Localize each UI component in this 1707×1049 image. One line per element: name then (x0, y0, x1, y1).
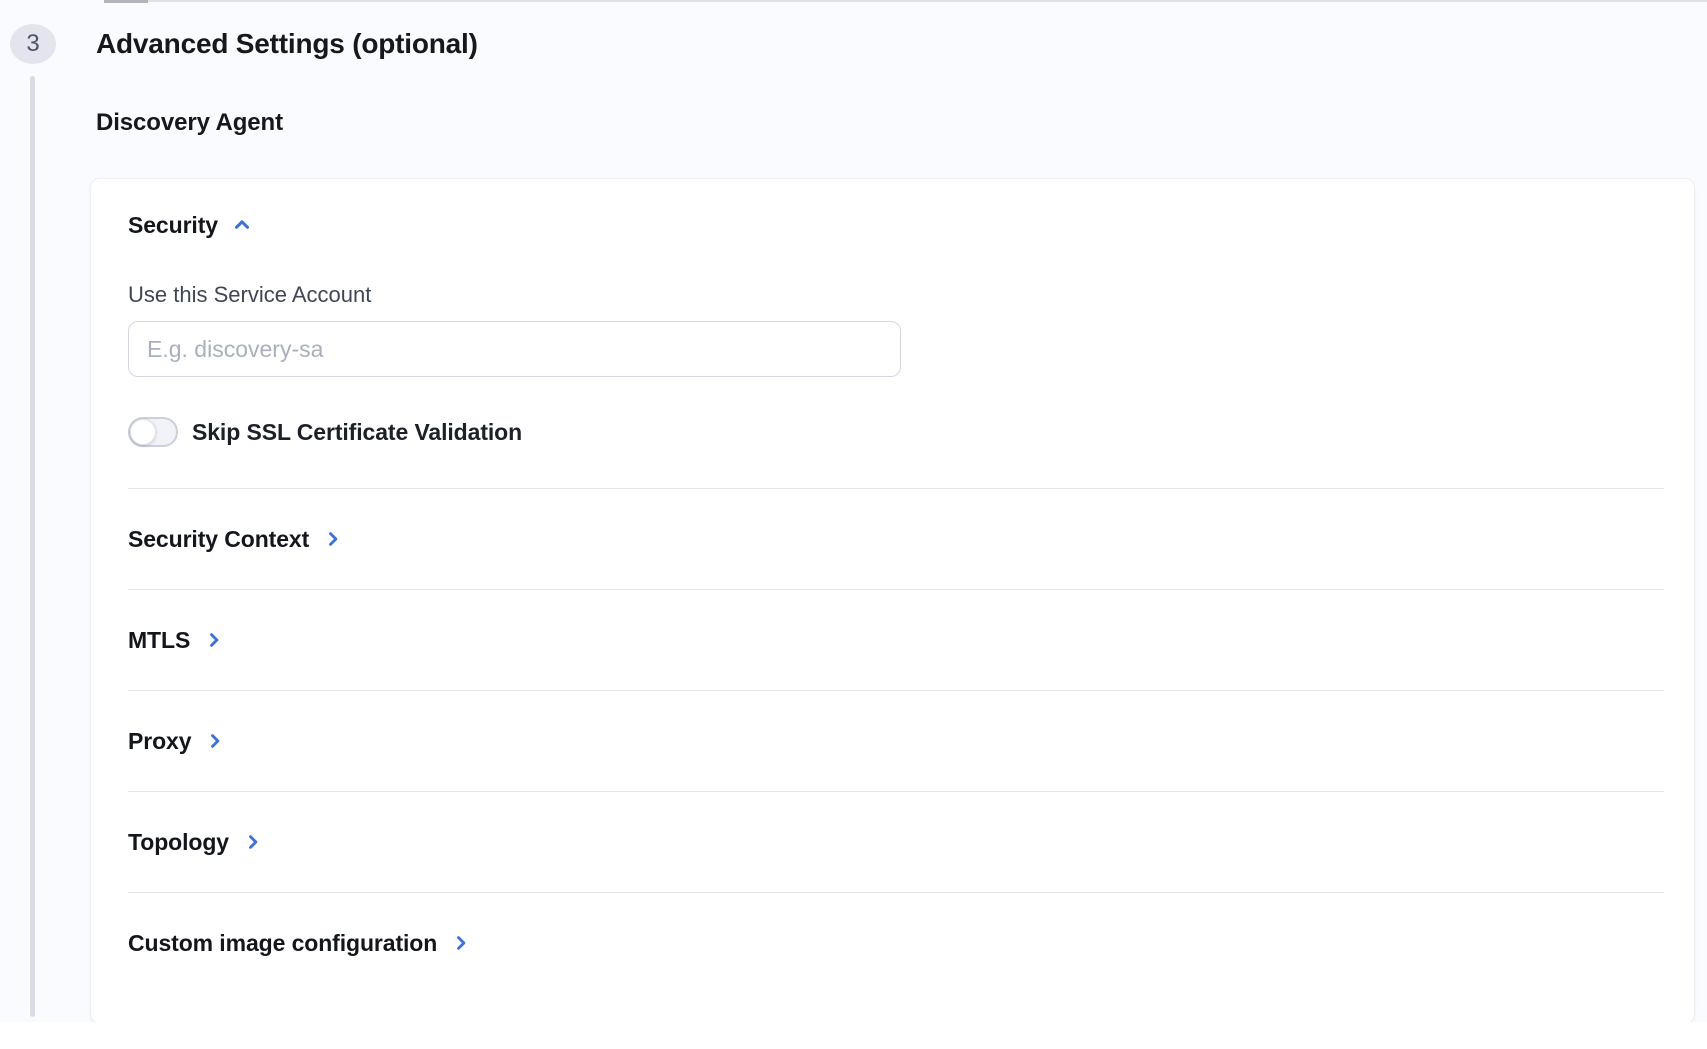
section-row-custom-image-configuration[interactable]: Custom image configuration (128, 893, 1664, 993)
section-row-proxy[interactable]: Proxy (128, 691, 1664, 791)
step-header: 3 Advanced Settings (optional) (0, 0, 1707, 64)
section-row-label: Security Context (128, 522, 309, 556)
chevron-up-icon[interactable] (231, 214, 253, 236)
skip-ssl-row: Skip SSL Certificate Validation (128, 417, 1664, 447)
step-number-badge: 3 (10, 24, 56, 64)
section-row-label: Topology (128, 825, 229, 859)
service-account-input[interactable] (128, 321, 901, 377)
chevron-right-icon[interactable] (451, 932, 471, 954)
chevron-right-icon[interactable] (323, 528, 343, 550)
advanced-settings-panel: 3 Advanced Settings (optional) Discovery… (0, 0, 1707, 1022)
section-row-topology[interactable]: Topology (128, 792, 1664, 892)
chevron-right-icon[interactable] (204, 629, 224, 651)
security-section-title: Security (128, 211, 218, 239)
discovery-agent-card: Security Use this Service Account Skip S… (90, 178, 1695, 1022)
panel-top-border-segment (104, 0, 148, 3)
section-row-label: Custom image configuration (128, 926, 437, 960)
toggle-knob (130, 419, 156, 445)
step-connector-line (30, 76, 35, 1017)
chevron-right-icon[interactable] (243, 831, 263, 853)
skip-ssl-toggle[interactable] (128, 417, 178, 447)
discovery-agent-heading: Discovery Agent (96, 109, 1707, 137)
security-section-header[interactable]: Security (128, 211, 253, 239)
step-title: Advanced Settings (optional) (96, 24, 478, 64)
chevron-right-icon[interactable] (205, 730, 225, 752)
section-row-security-context[interactable]: Security Context (128, 489, 1664, 589)
service-account-label: Use this Service Account (128, 281, 1664, 309)
section-row-label: Proxy (128, 724, 191, 758)
panel-top-border (104, 0, 1707, 2)
section-row-mtls[interactable]: MTLS (128, 590, 1664, 690)
skip-ssl-label: Skip SSL Certificate Validation (192, 419, 522, 446)
section-row-label: MTLS (128, 623, 190, 657)
